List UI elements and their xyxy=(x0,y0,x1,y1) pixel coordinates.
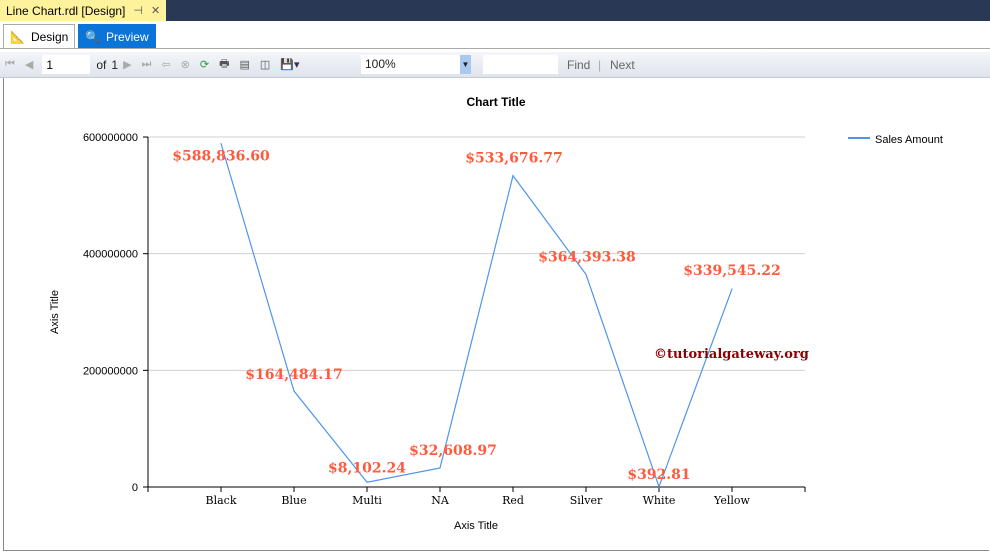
chart-title: Chart Title xyxy=(466,95,525,109)
data-point xyxy=(658,486,660,488)
series-line-sales-amount xyxy=(220,143,733,489)
data-label: $364,393.38 xyxy=(538,249,635,265)
x-tick-label: Silver xyxy=(570,494,603,507)
data-label: $339,545.22 xyxy=(683,263,780,279)
x-tick-label: White xyxy=(643,494,676,507)
y-tick-label: 0 xyxy=(132,482,138,494)
x-tick-label: Black xyxy=(206,494,237,507)
x-tick-label: Blue xyxy=(281,494,306,507)
y-tick-label: 400000000 xyxy=(83,249,138,261)
data-point xyxy=(293,390,295,392)
data-point xyxy=(731,288,733,290)
data-point xyxy=(439,467,441,469)
y-axis-title: Axis Title xyxy=(49,290,61,334)
x-tick-label: NA xyxy=(431,494,450,507)
data-point xyxy=(366,481,368,483)
data-label: $32,608.97 xyxy=(409,443,497,459)
x-tick-label: Red xyxy=(502,494,524,507)
y-tick-label: 600000000 xyxy=(83,132,138,144)
data-point xyxy=(585,273,587,275)
y-tick-label: 200000000 xyxy=(83,365,138,377)
x-tick-label: Multi xyxy=(352,494,382,507)
watermark: ©tutorialgateway.org xyxy=(654,347,809,362)
x-axis-title: Axis Title xyxy=(454,520,498,532)
data-point xyxy=(220,143,222,145)
data-label: $164,484.17 xyxy=(245,367,342,383)
data-label: $588,836.60 xyxy=(172,149,270,165)
data-point xyxy=(512,175,514,177)
data-label: $392.81 xyxy=(627,467,690,483)
x-tick-label: Yellow xyxy=(713,494,750,507)
line-chart: Chart Title Axis Title Axis Title 0 20000… xyxy=(49,95,943,532)
data-label: $8,102.24 xyxy=(328,460,406,476)
legend-label: Sales Amount xyxy=(875,134,943,146)
data-label: $533,676.77 xyxy=(465,151,562,167)
